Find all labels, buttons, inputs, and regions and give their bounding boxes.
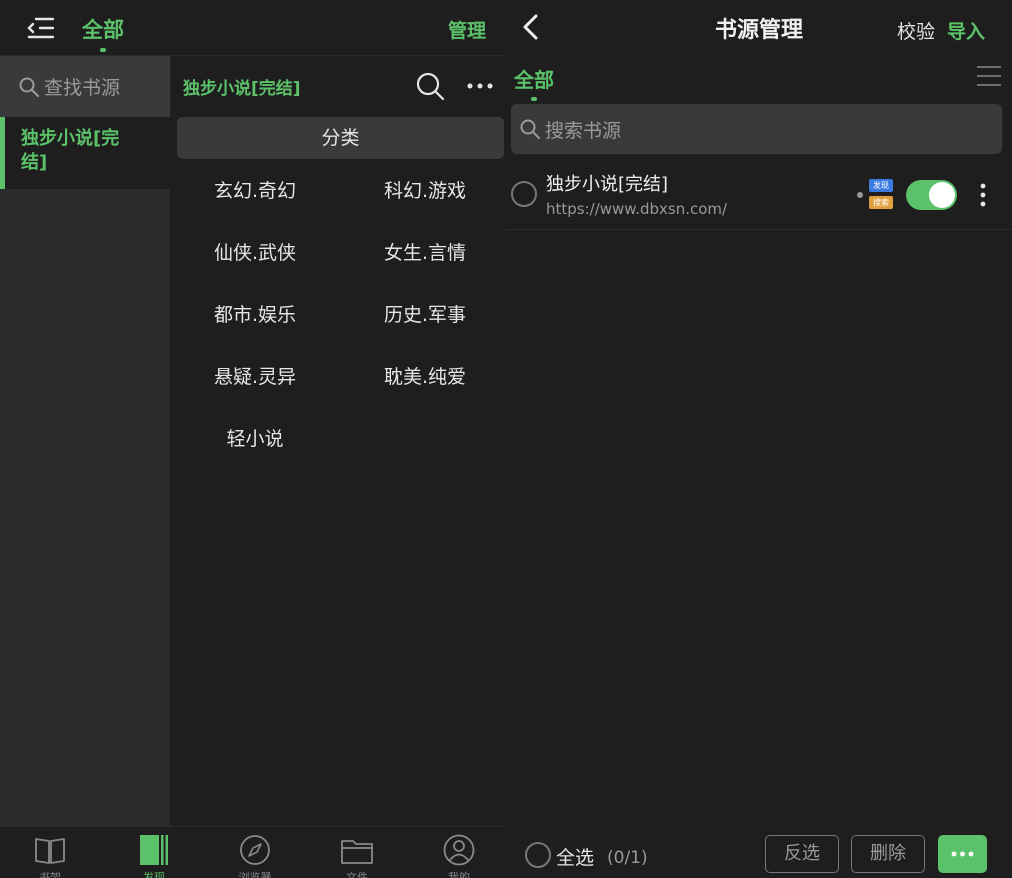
tab-all[interactable]: 全部 — [514, 64, 554, 101]
invert-selection-button[interactable]: 反选 — [765, 835, 839, 873]
source-search-placeholder: 搜索书源 — [545, 119, 622, 142]
tab-indicator — [531, 97, 537, 101]
category-item[interactable]: 历史.军事 — [340, 284, 510, 346]
nav-item-mine[interactable]: 我的 — [424, 833, 494, 878]
sidebar-item-label: 独步小说[完结] — [21, 128, 120, 173]
nav-item-browser[interactable]: 浏览器 — [220, 833, 290, 878]
nav-label: 浏览器 — [238, 871, 272, 878]
category-item[interactable]: 耽美.纯爱 — [340, 346, 510, 408]
category-item[interactable]: 都市.娱乐 — [170, 284, 340, 346]
source-search-field[interactable]: 搜索书源 — [511, 104, 1002, 154]
nav-item-bookshelf[interactable]: 书架 — [15, 833, 85, 878]
category-item[interactable]: 女生.言情 — [340, 222, 510, 284]
discover-panel: 全部 管理 查找书源 独步小说[完结] 独步小说[完结] 分类 玄幻.奇幻 科幻… — [0, 0, 506, 878]
selection-bar: 全选 (0/1) 反选 删除 — [506, 830, 1012, 878]
more-actions-button[interactable] — [938, 835, 987, 873]
folder-icon — [341, 840, 373, 864]
verify-button[interactable]: 校验 — [897, 17, 935, 44]
category-item[interactable]: 科幻.游戏 — [340, 160, 510, 222]
sidebar-item-source[interactable]: 独步小说[完结] — [0, 117, 170, 189]
select-all-label[interactable]: 全选 — [556, 843, 594, 870]
source-select-radio[interactable] — [511, 181, 537, 207]
source-url: https://www.dbxsn.com/ — [546, 200, 728, 218]
menu-collapse-icon[interactable] — [26, 14, 56, 42]
sidebar-search-placeholder: 查找书源 — [44, 77, 121, 99]
toggle-knob — [929, 182, 955, 208]
category-header: 分类 — [177, 117, 504, 159]
tab-all-label: 全部 — [82, 18, 124, 42]
select-all-radio[interactable] — [525, 842, 551, 868]
list-menu-icon[interactable] — [976, 64, 1002, 88]
book-icon — [35, 838, 65, 864]
category-item[interactable]: 仙侠.武侠 — [170, 222, 340, 284]
source-row[interactable]: 独步小说[完结] https://www.dbxsn.com/ 发现 搜索 — [506, 156, 1012, 230]
search-icon[interactable] — [414, 70, 446, 102]
more-horizontal-icon[interactable] — [466, 76, 494, 96]
more-horizontal-icon — [951, 851, 974, 857]
page-title: 书源管理 — [714, 18, 803, 43]
discover-header: 全部 管理 — [0, 0, 506, 56]
more-vertical-icon[interactable] — [978, 182, 988, 208]
discover-icon — [140, 835, 168, 865]
source-manager-panel: 书源管理 校验 导入 全部 搜索书源 独步小说[完结] https://www.… — [506, 0, 1012, 878]
nav-label: 发现 — [143, 871, 165, 878]
import-button[interactable]: 导入 — [947, 17, 985, 44]
selection-count: (0/1) — [607, 848, 648, 868]
manage-button[interactable]: 管理 — [448, 16, 486, 43]
source-name: 独步小说[完结] — [546, 174, 669, 195]
search-icon — [520, 119, 540, 139]
bottom-nav: 书架 发现 浏览器 文件 我的 — [0, 826, 506, 878]
sidebar-search-field[interactable]: 查找书源 — [0, 56, 170, 117]
category-item[interactable]: 玄幻.奇幻 — [170, 160, 340, 222]
source-sidebar: 查找书源 独步小说[完结] — [0, 56, 170, 826]
badge-search: 搜索 — [869, 196, 893, 209]
tab-indicator — [100, 48, 106, 52]
source-title: 独步小说[完结] — [183, 79, 301, 99]
user-icon — [443, 834, 475, 866]
compass-icon — [240, 835, 270, 865]
search-icon — [19, 77, 39, 97]
nav-item-discover[interactable]: 发现 — [119, 833, 189, 878]
nav-label: 书架 — [39, 871, 61, 878]
nav-label: 我的 — [448, 871, 470, 878]
status-dot — [857, 192, 863, 198]
source-enable-toggle[interactable] — [906, 180, 957, 210]
nav-item-files[interactable]: 文件 — [322, 833, 392, 878]
nav-label: 文件 — [346, 871, 368, 878]
delete-button[interactable]: 删除 — [851, 835, 925, 873]
tab-all[interactable]: 全部 — [82, 14, 124, 52]
badge-discover: 发现 — [869, 179, 893, 192]
category-item[interactable]: 轻小说 — [170, 408, 340, 470]
category-item[interactable]: 悬疑.灵异 — [170, 346, 340, 408]
tab-all-label: 全部 — [514, 68, 554, 92]
